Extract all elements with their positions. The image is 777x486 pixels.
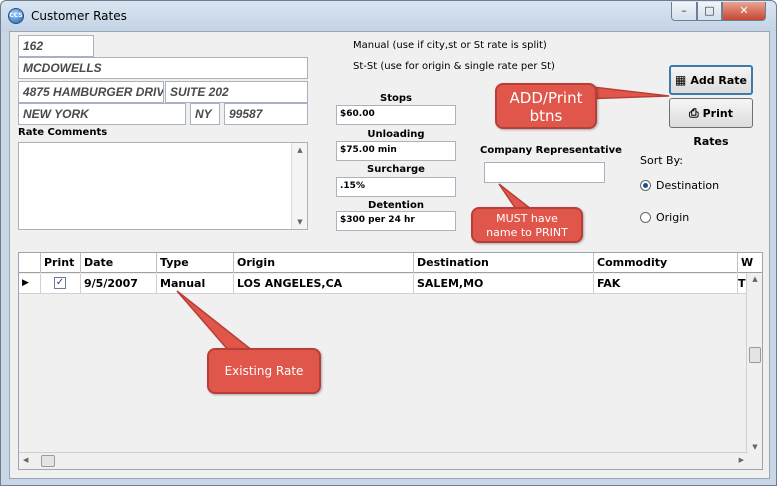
company-rep-label: Company Representative: [480, 145, 622, 156]
grid-vertical-thumb[interactable]: [749, 347, 761, 363]
scroll-up-icon[interactable]: ▲: [292, 146, 308, 154]
sort-destination-radio[interactable]: [640, 180, 651, 191]
add-rate-label: Add Rate: [690, 74, 748, 87]
grid-horizontal-scrollbar[interactable]: ◀ ▶: [19, 452, 748, 469]
row-pointer-icon: ▶: [19, 274, 41, 294]
maximize-icon[interactable]: □: [697, 2, 722, 21]
form-area: 162 MCDOWELLS 4875 HAMBURGER DRIVE SUITE…: [9, 31, 770, 479]
city-field[interactable]: NEW YORK: [18, 103, 186, 125]
window-title: Customer Rates: [31, 9, 127, 23]
grid-scroll-up-icon[interactable]: ▲: [747, 275, 762, 283]
address1-field[interactable]: 4875 HAMBURGER DRIVE: [18, 81, 164, 103]
column-header-print[interactable]: Print: [41, 253, 81, 273]
grid-scroll-down-icon[interactable]: ▼: [747, 443, 762, 451]
surcharge-label: Surcharge: [367, 164, 425, 175]
print-rates-button[interactable]: ⎙ Print Rates: [669, 98, 753, 148]
detention-field[interactable]: $300 per 24 hr: [336, 211, 456, 231]
type-cell: Manual: [157, 274, 234, 294]
add-rate-button[interactable]: ▦ Add Rate: [669, 65, 753, 95]
date-cell: 9/5/2007: [81, 274, 157, 294]
table-row[interactable]: ▶ ✓ 9/5/2007 Manual LOS ANGELES,CA SALEM…: [19, 274, 748, 294]
column-header-destination[interactable]: Destination: [414, 253, 594, 273]
column-header-type[interactable]: Type: [157, 253, 234, 273]
manual-note: Manual (use if city,st or St rate is spl…: [353, 40, 547, 51]
grid-horizontal-thumb[interactable]: [41, 455, 55, 467]
rate-comments-label: Rate Comments: [18, 127, 108, 138]
calendar-icon: ▦: [674, 73, 687, 87]
surcharge-field[interactable]: .15%: [336, 177, 456, 197]
address2-field[interactable]: SUITE 202: [165, 81, 308, 103]
stops-label: Stops: [380, 93, 412, 104]
title-bar: CCS Customer Rates: [1, 1, 776, 31]
customer-rates-window: CCS Customer Rates – □ ✕ 162 MCDOWELLS 4…: [0, 0, 777, 486]
existing-rate-callout: Existing Rate: [207, 348, 321, 394]
commodity-cell: FAK: [594, 274, 738, 294]
grid-vertical-scrollbar[interactable]: ▲ ▼: [746, 273, 762, 453]
unloading-label: Unloading: [367, 129, 425, 140]
comments-scrollbar[interactable]: ▲ ▼: [291, 143, 307, 229]
must-have-callout: MUST have name to PRINT: [471, 207, 583, 243]
minimize-icon[interactable]: –: [671, 2, 697, 21]
grid-header: Print Date Type Origin Destination Commo…: [19, 253, 762, 273]
customer-id-field[interactable]: 162: [18, 35, 94, 57]
column-header-w[interactable]: W: [738, 253, 762, 273]
customer-name-field[interactable]: MCDOWELLS: [18, 57, 308, 79]
company-rep-field[interactable]: [484, 162, 605, 183]
sort-origin-radio[interactable]: [640, 212, 651, 223]
origin-cell: LOS ANGELES,CA: [234, 274, 414, 294]
print-rates-label: Print Rates: [693, 107, 733, 148]
destination-cell: SALEM,MO: [414, 274, 594, 294]
detention-label: Detention: [368, 200, 424, 211]
add-print-callout: ADD/Print btns: [495, 83, 597, 129]
column-header-commodity[interactable]: Commodity: [594, 253, 738, 273]
state-field[interactable]: NY: [190, 103, 220, 125]
sort-origin-label[interactable]: Origin: [656, 211, 689, 224]
st-st-note: St-St (use for origin & single rate per …: [353, 61, 555, 72]
close-icon[interactable]: ✕: [722, 2, 766, 21]
zip-field[interactable]: 99587: [224, 103, 308, 125]
column-header-origin[interactable]: Origin: [234, 253, 414, 273]
app-logo-icon: CCS: [8, 8, 24, 24]
stops-field[interactable]: $60.00: [336, 105, 456, 125]
row-selector-header: [19, 253, 41, 273]
rates-grid: Print Date Type Origin Destination Commo…: [18, 252, 763, 470]
printer-icon: ⎙: [689, 106, 699, 120]
sort-by-label: Sort By:: [640, 154, 684, 167]
sort-destination-label[interactable]: Destination: [656, 179, 719, 192]
scroll-down-icon[interactable]: ▼: [292, 218, 308, 226]
print-checkbox[interactable]: ✓: [54, 277, 66, 289]
grid-scroll-left-icon[interactable]: ◀: [23, 456, 28, 464]
column-header-date[interactable]: Date: [81, 253, 157, 273]
print-cell[interactable]: ✓: [41, 274, 81, 294]
sort-by-group: Sort By: Destination Origin: [630, 150, 770, 240]
grid-scroll-right-icon[interactable]: ▶: [739, 456, 744, 464]
app-logo-text: CCS: [9, 12, 23, 19]
rate-comments-textarea[interactable]: ▲ ▼: [18, 142, 308, 230]
unloading-field[interactable]: $75.00 min: [336, 141, 456, 161]
